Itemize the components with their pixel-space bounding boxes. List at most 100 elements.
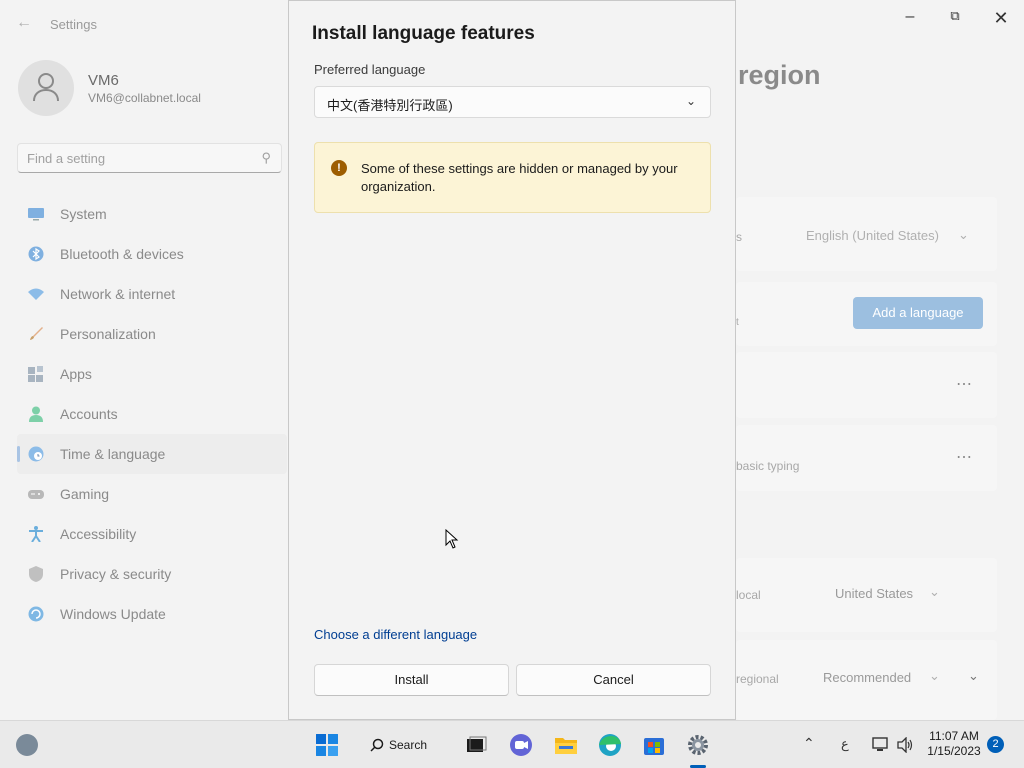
preferred-language-label: Preferred language [314, 62, 426, 77]
chevron-down-icon: ⌄ [929, 668, 940, 683]
sidebar-item-label: Gaming [60, 486, 110, 502]
notification-badge[interactable]: 2 [987, 736, 1004, 753]
display-language-value: English (United States) [806, 228, 939, 243]
card-label: basic typing [736, 459, 800, 473]
start-icon[interactable] [315, 733, 339, 757]
preferred-language-select[interactable]: 中文(香港特別行政區) ⌄ [314, 86, 711, 118]
sidebar-item-privacy[interactable]: Privacy & security [17, 554, 287, 594]
sidebar-item-time-language[interactable]: Time & language [17, 434, 287, 474]
sidebar-item-label: Apps [60, 366, 92, 382]
card-label: local [736, 588, 761, 602]
edge-browser-icon[interactable] [598, 733, 622, 757]
avatar [18, 60, 74, 116]
show-hidden-icons-chevron-icon[interactable]: ⌃ [803, 735, 815, 752]
managed-settings-infobar: ! Some of these settings are hidden or m… [314, 142, 711, 213]
settings-gear-icon[interactable] [686, 733, 710, 757]
install-button[interactable]: Install [314, 664, 509, 696]
microsoft-store-icon[interactable] [642, 733, 666, 757]
card-label: regional [736, 672, 779, 686]
search-icon: ⚲ [261, 150, 271, 165]
file-explorer-icon[interactable] [554, 733, 578, 757]
selected-language: 中文(香港特別行政區) [327, 98, 453, 113]
language-item-card[interactable]: basic typing ⋯ [736, 425, 997, 491]
accessibility-icon [29, 526, 43, 542]
mouse-cursor-icon [445, 529, 459, 549]
more-options-icon[interactable]: ⋯ [956, 447, 973, 467]
volume-icon[interactable] [897, 737, 915, 753]
clock[interactable]: 11:07 AM 1/15/2023 [923, 729, 985, 759]
gamepad-icon [28, 490, 44, 499]
taskbar-search-button[interactable]: Search [370, 731, 438, 759]
sidebar-item-bluetooth[interactable]: Bluetooth & devices [17, 234, 287, 274]
update-icon [28, 606, 44, 622]
sidebar-item-accounts[interactable]: Accounts [17, 394, 287, 434]
person-icon [29, 406, 43, 422]
more-options-icon[interactable]: ⋯ [956, 374, 973, 394]
regional-format-card: regional Recommended ⌄ ⌄ [736, 640, 997, 720]
info-message: Some of these settings are hidden or man… [361, 161, 678, 194]
weather-widget-icon[interactable] [16, 734, 38, 756]
chevron-down-icon: ⌄ [958, 227, 969, 242]
country-value[interactable]: United States [835, 586, 913, 601]
sidebar-item-accessibility[interactable]: Accessibility [17, 514, 287, 554]
search-placeholder: Find a setting [27, 151, 106, 166]
sidebar-item-windows-update[interactable]: Windows Update [17, 594, 287, 634]
network-icon[interactable] [872, 737, 890, 753]
wifi-icon [28, 288, 44, 300]
sidebar-item-personalization[interactable]: Personalization [17, 314, 287, 354]
chevron-down-icon: ⌄ [685, 94, 696, 108]
sidebar-item-label: Network & internet [60, 286, 176, 302]
user-email: VM6@collabnet.local [88, 91, 201, 105]
close-icon[interactable]: ✕ [986, 8, 1016, 28]
search-label: Search [389, 738, 428, 752]
sidebar-item-label: Personalization [60, 326, 156, 342]
app-title: Settings [50, 17, 97, 32]
input-indicator[interactable]: ع [841, 736, 849, 752]
country-region-card: local United States ⌄ [736, 558, 997, 632]
display-language-card[interactable]: s English (United States) ⌄ [736, 197, 997, 271]
sidebar-item-label: Windows Update [60, 606, 166, 622]
settings-nav: System Bluetooth & devices Network & int… [17, 194, 287, 634]
user-name: VM6 [88, 72, 119, 89]
sidebar-item-system[interactable]: System [17, 194, 287, 234]
minimize-icon[interactable]: – [895, 8, 925, 28]
globe-clock-icon [28, 446, 44, 462]
sidebar-item-label: Accessibility [60, 526, 137, 542]
taskbar: Search ⌃ ع 11:07 AM 1/15/2023 2 [0, 720, 1024, 768]
language-item-card[interactable]: ⋯ [736, 352, 997, 418]
clock-time: 11:07 AM [929, 729, 979, 743]
user-profile[interactable]: VM6 VM6@collabnet.local [18, 60, 278, 120]
install-language-dialog: Install language features Preferred lang… [288, 0, 736, 720]
choose-different-language-link[interactable]: Choose a different language [314, 627, 477, 642]
sidebar-item-label: Privacy & security [60, 566, 172, 582]
sidebar-item-apps[interactable]: Apps [17, 354, 287, 394]
dialog-title: Install language features [312, 23, 535, 44]
sidebar-item-label: Accounts [60, 406, 118, 422]
brush-icon [30, 327, 43, 340]
add-language-button[interactable]: Add a language [853, 297, 983, 329]
shield-icon [29, 566, 43, 582]
sidebar-item-gaming[interactable]: Gaming [17, 474, 287, 514]
back-arrow-icon[interactable]: ← [16, 14, 32, 32]
expand-chevron-icon[interactable]: ⌄ [968, 668, 979, 684]
search-icon [370, 738, 384, 752]
sidebar-item-label: Bluetooth & devices [60, 246, 184, 262]
teams-chat-icon[interactable] [509, 733, 533, 757]
task-view-icon[interactable] [464, 733, 488, 757]
sidebar-item-label: System [60, 206, 107, 222]
settings-search-input[interactable]: Find a setting ⚲ [17, 143, 282, 173]
restore-icon[interactable]: ⧉ [940, 8, 970, 28]
card-label: s [736, 230, 742, 244]
regional-format-value[interactable]: Recommended [823, 670, 911, 685]
clock-date: 1/15/2023 [927, 744, 981, 758]
page-title: region [738, 60, 821, 90]
cancel-button[interactable]: Cancel [516, 664, 711, 696]
card-label: t [736, 317, 739, 328]
bluetooth-icon [28, 246, 44, 262]
apps-icon [28, 366, 43, 382]
monitor-icon [28, 208, 44, 221]
sidebar-item-network[interactable]: Network & internet [17, 274, 287, 314]
chevron-down-icon: ⌄ [929, 584, 940, 599]
warning-icon: ! [331, 160, 347, 176]
sidebar-item-label: Time & language [60, 446, 166, 462]
